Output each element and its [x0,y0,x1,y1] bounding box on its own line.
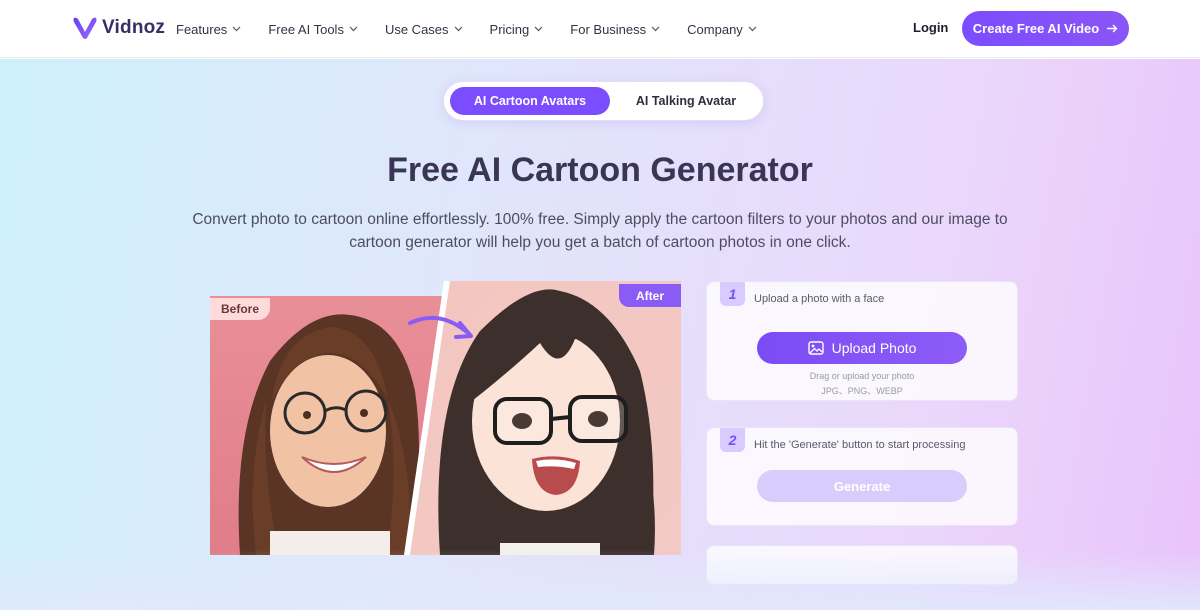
upload-hint: Drag or upload your photo [809,371,915,381]
create-free-ai-video-button[interactable]: Create Free AI Video [962,11,1129,46]
step-number: 2 [720,428,745,452]
chevron-down-icon [748,26,757,32]
nav-item-features[interactable]: Features [176,22,241,37]
step-3-card [706,545,1018,585]
login-link[interactable]: Login [913,20,948,35]
nav-item-label: Company [687,21,743,37]
nav-item-label: Pricing [489,21,530,37]
chevron-down-icon [232,26,241,32]
chevron-down-icon [349,26,358,32]
tab-ai-cartoon-avatars[interactable]: AI Cartoon Avatars [450,87,610,115]
step-1-instruction: Upload a photo with a face [754,293,885,305]
nav-item-label: For Business [570,21,647,37]
nav-item-for-business[interactable]: For Business [570,22,660,37]
supported-formats: JPG、PNG、WEBP [821,386,903,396]
tool-tabs: AI Cartoon Avatars AI Talking Avatar [443,81,764,121]
top-header: Vidnoz Features Free AI Tools Use Cases … [0,0,1200,58]
nav-item-label: Free AI Tools [268,21,344,37]
step-2-card: 2 Hit the 'Generate' button to start pro… [706,427,1018,526]
chevron-down-icon [651,26,660,32]
vidnoz-logo-icon [73,17,97,39]
nav-item-use-cases[interactable]: Use Cases [385,22,463,37]
brand-name: Vidnoz [102,17,166,38]
tab-ai-talking-avatar[interactable]: AI Talking Avatar [616,87,756,115]
nav-item-company[interactable]: Company [687,22,757,37]
step-2-instruction: Hit the 'Generate' button to start proce… [754,439,966,451]
before-badge: Before [210,298,270,320]
chevron-down-icon [534,26,543,32]
nav-item-label: Features [176,21,228,37]
nav-item-pricing[interactable]: Pricing [490,22,544,37]
image-icon [807,341,824,355]
arrow-right-icon [1107,24,1118,33]
upload-photo-label: Upload Photo [831,340,917,356]
after-badge: After [619,284,681,307]
main-nav: Features Free AI Tools Use Cases Pricing… [176,0,784,58]
step-number: 1 [720,282,745,306]
cta-label: Create Free AI Video [972,21,1100,36]
chevron-down-icon [454,26,462,32]
page-title: Free AI Cartoon Generator [387,151,813,189]
before-after-illustration [210,281,681,555]
nav-item-label: Use Cases [384,21,449,37]
generate-button[interactable]: Generate [757,470,967,502]
vidnoz-logo[interactable]: Vidnoz [72,15,165,41]
page-subtitle: Convert photo to cartoon online effortle… [192,211,1008,251]
step-1-card: 1 Upload a photo with a face Upload Phot… [706,281,1018,401]
upload-photo-button[interactable]: Upload Photo [757,332,967,364]
before-after-image: Before After [210,281,681,555]
nav-item-free-ai-tools[interactable]: Free AI Tools [268,22,358,37]
hero-section: AI Cartoon Avatars AI Talking Avatar Fre… [0,59,1200,610]
